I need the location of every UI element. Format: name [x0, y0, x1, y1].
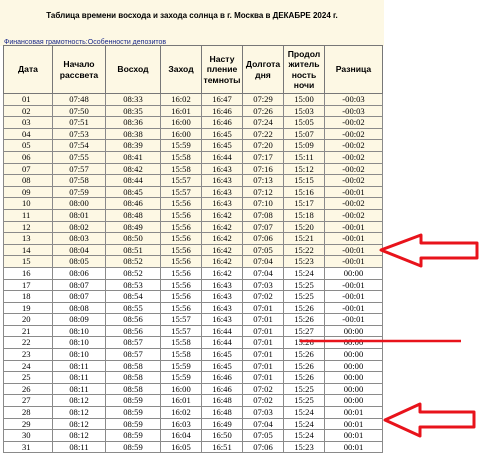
annotation-layer: [300, 233, 479, 438]
red-arrow-upper: [379, 233, 479, 268]
red-arrow-lower: [383, 402, 476, 438]
